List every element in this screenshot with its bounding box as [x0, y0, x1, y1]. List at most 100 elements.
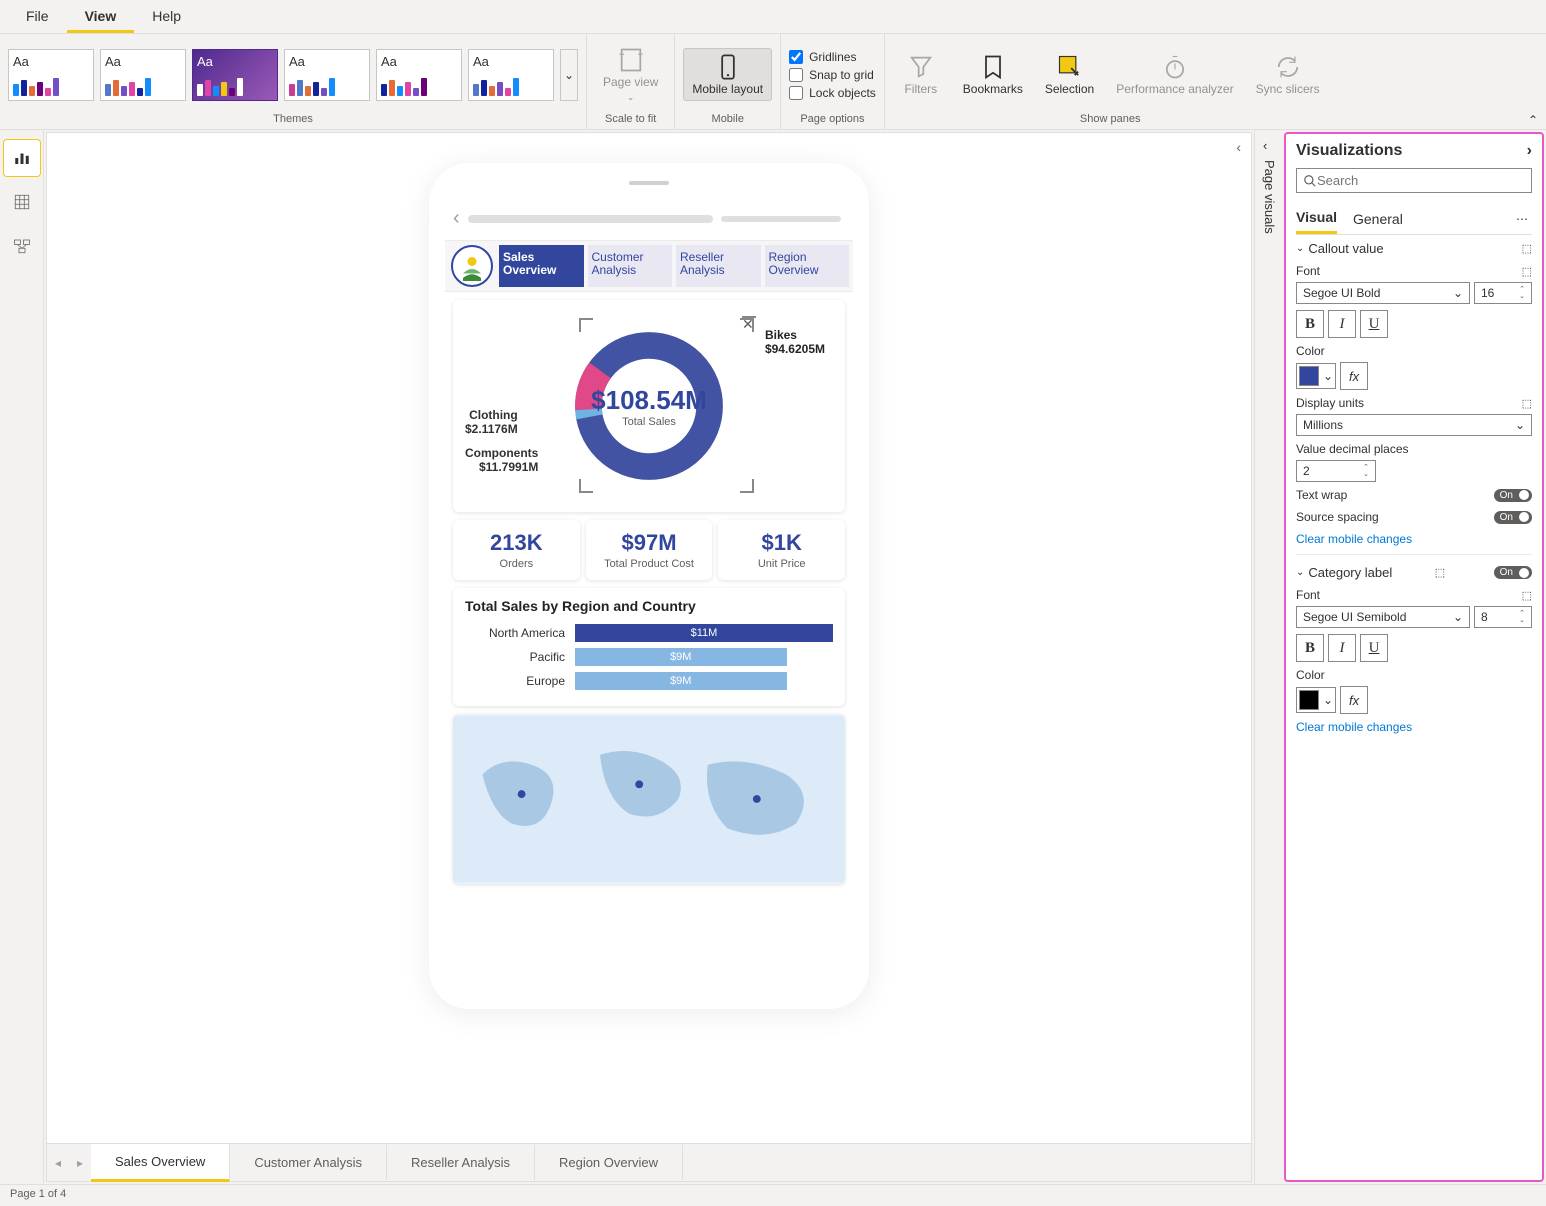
- section-callout-value[interactable]: ⌄ Callout value ⬚: [1296, 241, 1532, 256]
- reset-units-button[interactable]: ⬚: [1522, 397, 1532, 410]
- bold-button-2[interactable]: B: [1296, 634, 1324, 662]
- donut-center-label: Total Sales: [591, 416, 707, 428]
- decimal-places-input[interactable]: 2⌃⌄: [1296, 460, 1376, 482]
- font-size-input[interactable]: 16⌃⌄: [1474, 282, 1532, 304]
- italic-button-2[interactable]: I: [1328, 634, 1356, 662]
- donut-center-value: $108.54M: [591, 385, 707, 416]
- world-map-icon: [453, 714, 845, 884]
- section-category-label[interactable]: ⌄ Category label ⬚ On: [1296, 565, 1532, 580]
- mobile-icon: [714, 53, 742, 81]
- reset-font2-button[interactable]: ⬚: [1522, 589, 1532, 602]
- kpi-orders[interactable]: 213KOrders: [453, 520, 580, 580]
- menu-file[interactable]: File: [8, 0, 67, 33]
- font-family-select-2[interactable]: Segoe UI Semibold⌄: [1296, 606, 1470, 628]
- phone-tab-customer[interactable]: Customer Analysis: [588, 245, 673, 287]
- donut-visual[interactable]: $108.54M Total Sales Bikes$94.6205M Clot…: [453, 300, 845, 512]
- kpi-unit-price[interactable]: $1KUnit Price: [718, 520, 845, 580]
- report-logo: [451, 245, 493, 287]
- underline-button-2[interactable]: U: [1360, 634, 1388, 662]
- reset-category-button[interactable]: ⬚: [1435, 566, 1445, 579]
- snap-to-grid-checkbox[interactable]: Snap to grid: [789, 68, 876, 82]
- collapse-ribbon-button[interactable]: ⌃: [1528, 113, 1538, 127]
- theme-swatch-3-selected[interactable]: Aa: [192, 49, 278, 101]
- show-panes-group-label: Show panes: [1080, 113, 1141, 125]
- page-tab-sales[interactable]: Sales Overview: [91, 1144, 230, 1182]
- chevron-down-icon: ⌄: [1296, 567, 1304, 578]
- fx-button[interactable]: fx: [1340, 362, 1368, 390]
- bar-chart-visual[interactable]: Total Sales by Region and Country North …: [453, 588, 845, 706]
- map-visual[interactable]: [453, 714, 845, 884]
- filters-pane-button[interactable]: Filters: [893, 49, 949, 100]
- report-view-button[interactable]: [4, 140, 40, 176]
- expand-page-visuals-button[interactable]: ‹: [1263, 138, 1267, 153]
- category-label-toggle[interactable]: On: [1494, 566, 1532, 579]
- color-picker[interactable]: ⌄: [1296, 363, 1336, 389]
- color-picker-2[interactable]: ⌄: [1296, 687, 1336, 713]
- underline-button[interactable]: U: [1360, 310, 1388, 338]
- bar-chart-title: Total Sales by Region and Country: [465, 598, 833, 614]
- phone-tab-sales[interactable]: Sales Overview: [499, 245, 584, 287]
- tab-general[interactable]: General: [1353, 205, 1403, 233]
- fx-button-2[interactable]: fx: [1340, 686, 1368, 714]
- phone-back-button[interactable]: ‹: [453, 207, 460, 230]
- display-units-select[interactable]: Millions⌄: [1296, 414, 1532, 436]
- kpi-product-cost[interactable]: $97MTotal Product Cost: [586, 520, 713, 580]
- page-prev-button[interactable]: ◂: [47, 1156, 69, 1170]
- bar-row: North America$11M: [465, 624, 833, 642]
- data-view-button[interactable]: [4, 184, 40, 220]
- phone-tab-reseller[interactable]: Reseller Analysis: [676, 245, 761, 287]
- donut-label-components: Components$11.7991M: [465, 446, 538, 474]
- tab-visual[interactable]: Visual: [1296, 203, 1337, 234]
- page-tabs: ◂ ▸ Sales Overview Customer Analysis Res…: [47, 1143, 1251, 1181]
- menu-help[interactable]: Help: [134, 0, 199, 33]
- bookmarks-pane-button[interactable]: Bookmarks: [955, 49, 1031, 100]
- page-tab-reseller[interactable]: Reseller Analysis: [387, 1145, 535, 1180]
- perf-analyzer-button[interactable]: Performance analyzer: [1108, 49, 1241, 100]
- phone-title-placeholder: [468, 215, 713, 223]
- chevron-down-icon: ⌄: [1296, 243, 1304, 254]
- page-next-button[interactable]: ▸: [69, 1156, 91, 1170]
- visualizations-search[interactable]: [1296, 168, 1532, 193]
- italic-button[interactable]: I: [1328, 310, 1356, 338]
- mobile-layout-button[interactable]: Mobile layout: [683, 48, 772, 101]
- font-size-input-2[interactable]: 8⌃⌄: [1474, 606, 1532, 628]
- text-wrap-toggle[interactable]: On: [1494, 489, 1532, 502]
- theme-swatch-4[interactable]: Aa: [284, 49, 370, 101]
- menu-view[interactable]: View: [67, 0, 135, 33]
- remove-visual-button[interactable]: ✕: [742, 316, 756, 318]
- bold-button[interactable]: B: [1296, 310, 1324, 338]
- stopwatch-icon: [1161, 53, 1189, 81]
- collapse-left-button[interactable]: ‹: [1236, 139, 1241, 155]
- clear-mobile-changes-link-2[interactable]: Clear mobile changes: [1296, 720, 1532, 734]
- font-family-select[interactable]: Segoe UI Bold⌄: [1296, 282, 1470, 304]
- selection-pane-button[interactable]: Selection: [1037, 49, 1102, 100]
- menu-bar: File View Help: [0, 0, 1546, 34]
- expand-pane-button[interactable]: ›: [1527, 142, 1532, 160]
- gridlines-checkbox[interactable]: Gridlines: [789, 50, 876, 64]
- page-tab-customer[interactable]: Customer Analysis: [230, 1145, 387, 1180]
- theme-more-button[interactable]: ⌄: [560, 49, 578, 101]
- clear-mobile-changes-link-1[interactable]: Clear mobile changes: [1296, 532, 1532, 546]
- page-view-icon: [617, 46, 645, 74]
- page-view-button[interactable]: Page view ⌄: [595, 42, 666, 106]
- pane-more-button[interactable]: ⋯: [1512, 208, 1532, 230]
- phone-tab-region[interactable]: Region Overview: [765, 245, 850, 287]
- search-input[interactable]: [1317, 173, 1525, 188]
- sync-slicers-button[interactable]: Sync slicers: [1248, 49, 1328, 100]
- page-tab-region[interactable]: Region Overview: [535, 1145, 683, 1180]
- source-spacing-toggle[interactable]: On: [1494, 511, 1532, 524]
- reset-callout-button[interactable]: ⬚: [1522, 242, 1532, 255]
- donut-label-bikes: Bikes$94.6205M: [765, 328, 825, 356]
- phone-subtitle-placeholder: [721, 216, 841, 222]
- reset-font-button[interactable]: ⬚: [1522, 265, 1532, 278]
- donut-label-clothing: Clothing$2.1176M: [465, 408, 518, 436]
- canvas: ‹ ‹ Sales Overvi: [46, 132, 1252, 1182]
- model-view-button[interactable]: [4, 228, 40, 264]
- theme-swatch-2[interactable]: Aa: [100, 49, 186, 101]
- page-visuals-pane-collapsed[interactable]: ‹ Page visuals: [1254, 130, 1284, 1184]
- page-options-group-label: Page options: [800, 113, 864, 125]
- lock-objects-checkbox[interactable]: Lock objects: [789, 86, 876, 100]
- theme-swatch-5[interactable]: Aa: [376, 49, 462, 101]
- theme-swatch-1[interactable]: Aa: [8, 49, 94, 101]
- theme-swatch-6[interactable]: Aa: [468, 49, 554, 101]
